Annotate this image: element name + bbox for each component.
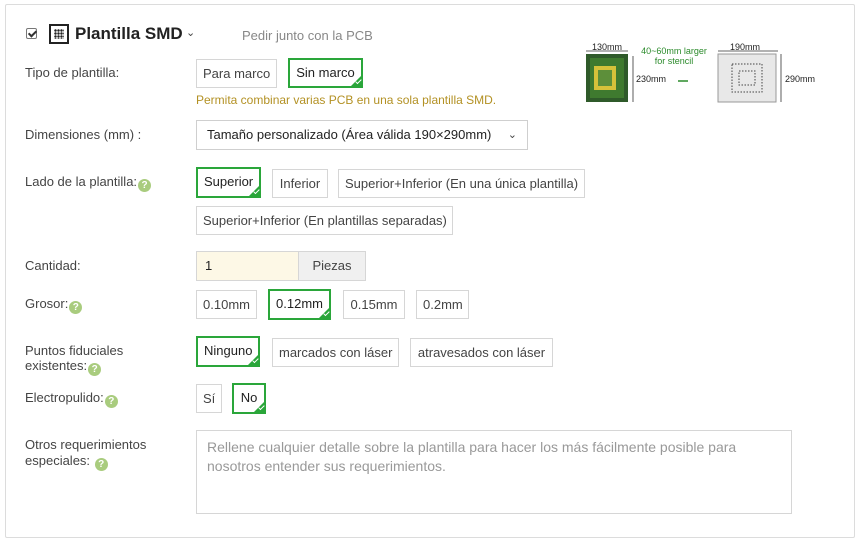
thickness-label-text: Grosor:: [25, 296, 69, 311]
option-sin-marco[interactable]: Sin marco: [288, 58, 363, 88]
side-label: Lado de la plantilla:?: [25, 174, 152, 192]
side-label-text: Lado de la plantilla:: [25, 174, 138, 189]
help-icon[interactable]: ?: [69, 301, 83, 314]
option-ninguno[interactable]: Ninguno: [196, 336, 260, 367]
option-si[interactable]: Sí: [196, 384, 222, 413]
requirements-label-line2-text: especiales:: [25, 453, 91, 468]
size-note-line1: 40~60mm larger: [641, 46, 707, 56]
help-icon[interactable]: ?: [104, 395, 118, 408]
option-0-10mm[interactable]: 0.10mm: [196, 290, 257, 319]
requirements-label-line1: Otros requerimientos: [25, 437, 147, 452]
help-icon[interactable]: ?: [138, 179, 152, 192]
option-no[interactable]: No: [232, 383, 266, 414]
stencil-icon: [49, 24, 69, 44]
quantity-unit: Piezas: [298, 251, 366, 281]
size-note-line2: for stencil: [654, 56, 694, 66]
stencil-enable-checkbox[interactable]: [26, 28, 37, 39]
requirements-textarea[interactable]: Rellene cualquier detalle sobre la plant…: [196, 430, 792, 514]
fiducials-label-line2-text: existentes:: [25, 358, 88, 373]
option-atravesados-laser[interactable]: atravesados con láser: [410, 338, 553, 367]
help-icon[interactable]: ?: [94, 458, 108, 471]
electropolish-label: Electropulido:?: [25, 390, 118, 408]
help-icon[interactable]: ?: [88, 363, 102, 376]
dimensions-select[interactable]: Tamaño personalizado (Área válida 190×29…: [196, 120, 528, 150]
option-con-marco[interactable]: Para marco: [196, 59, 277, 88]
option-superior-inferior-separate[interactable]: Superior+Inferior (En plantillas separad…: [196, 206, 453, 235]
option-superior[interactable]: Superior: [196, 167, 261, 198]
option-marcados-laser[interactable]: marcados con láser: [272, 338, 399, 367]
chevron-down-icon[interactable]: ⌄: [186, 26, 195, 39]
option-0-2mm[interactable]: 0.2mm: [416, 290, 469, 319]
thickness-label: Grosor:?: [25, 296, 83, 314]
dimensions-value: Tamaño personalizado (Área válida 190×29…: [207, 127, 492, 142]
panel-title: Plantilla SMD: [75, 24, 183, 43]
stencil-height-label: 290mm: [785, 74, 816, 84]
fiducials-label-line1: Puntos fiduciales: [25, 343, 124, 358]
fiducials-label-line2: existentes:?: [25, 358, 102, 376]
option-superior-inferior-single[interactable]: Superior+Inferior (En una única plantill…: [338, 169, 585, 198]
quantity-label: Cantidad:: [25, 258, 81, 273]
option-inferior[interactable]: Inferior: [272, 169, 328, 198]
requirements-label-line2: especiales: ?: [25, 453, 108, 471]
stencil-width-label: 190mm: [730, 42, 761, 52]
chevron-down-icon: ⌄: [507, 129, 517, 141]
dimensions-label: Dimensiones (mm) :: [25, 127, 142, 142]
quantity-input[interactable]: 1: [196, 251, 299, 281]
order-with-pcb-link[interactable]: Pedir junto con la PCB: [242, 28, 373, 43]
stencil-type-hint: Permita combinar varias PCB en una sola …: [196, 93, 497, 107]
stencil-type-label: Tipo de plantilla:: [25, 65, 120, 80]
option-0-15mm[interactable]: 0.15mm: [343, 290, 405, 319]
option-0-12mm[interactable]: 0.12mm: [268, 289, 331, 320]
pcb-width-label: 130mm: [592, 42, 623, 52]
electropolish-label-text: Electropulido:: [25, 390, 104, 405]
size-diagram: 130mm 230mm 40~60mm larger for stencil 1…: [584, 42, 824, 106]
pcb-height-label: 230mm: [636, 74, 667, 84]
